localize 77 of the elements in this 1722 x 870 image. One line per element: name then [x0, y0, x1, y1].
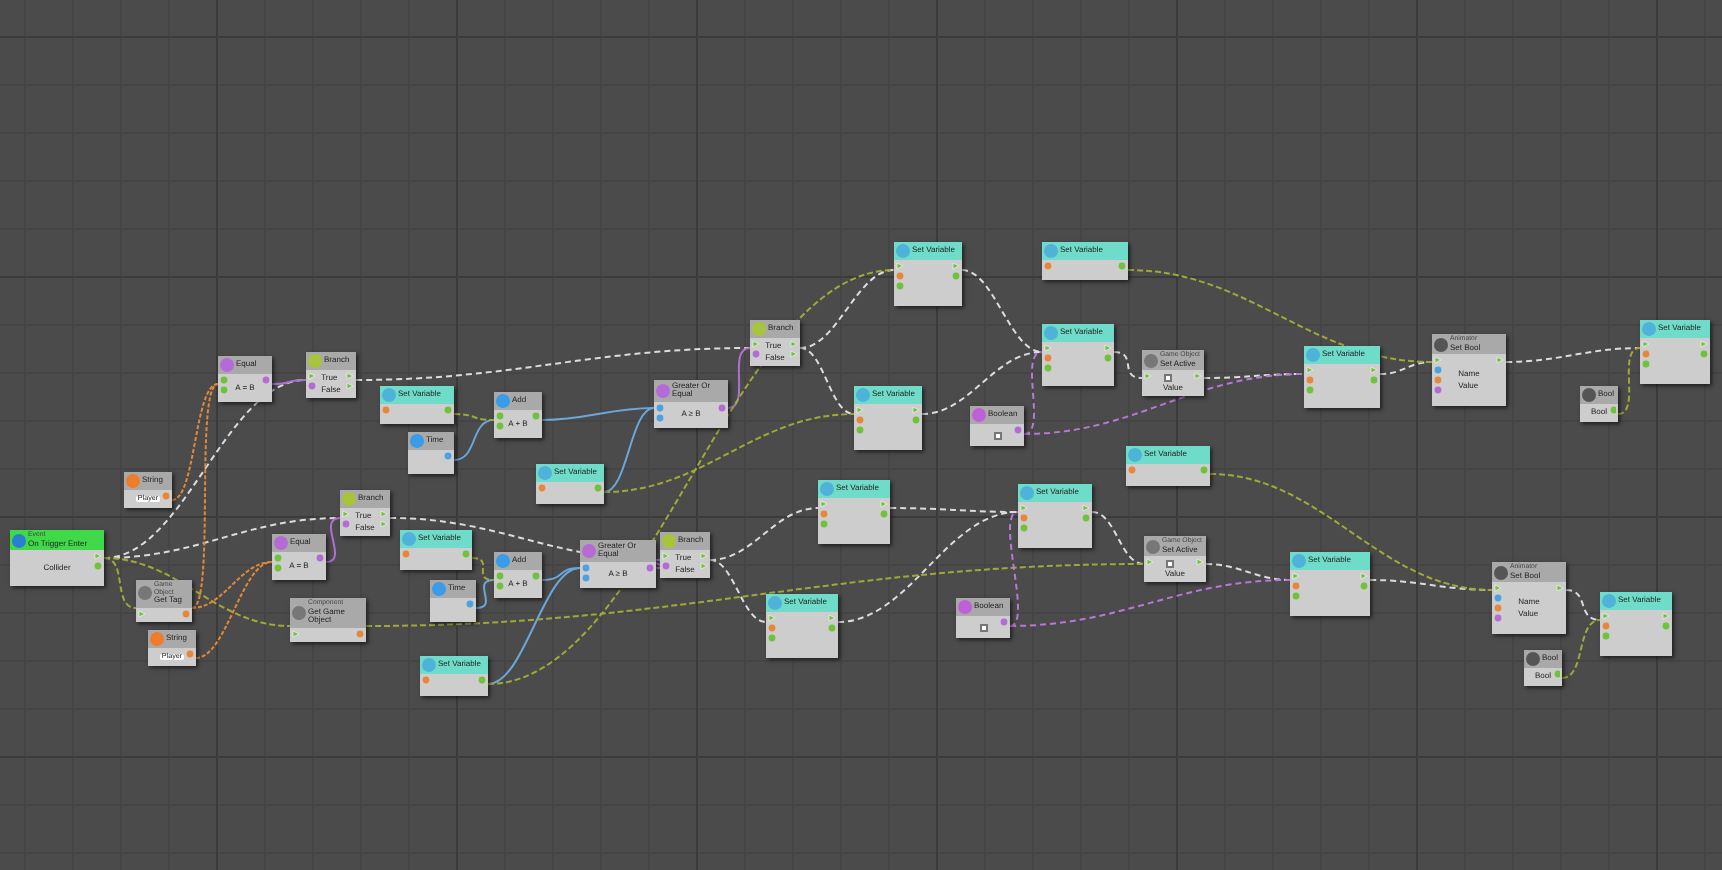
output-ports-drawing[interactable] — [594, 484, 602, 494]
input-ports-drawing[interactable] — [1020, 504, 1028, 534]
output-ports-drawing[interactable] — [1196, 558, 1204, 569]
checkbox[interactable] — [993, 431, 1001, 439]
input-ports-drawing[interactable] — [768, 614, 776, 644]
output-ports-drawing[interactable] — [462, 550, 470, 560]
output-ports-drawing[interactable] — [1700, 340, 1708, 360]
input-ports-drawing[interactable] — [308, 372, 316, 392]
input-ports-drawing[interactable] — [342, 510, 350, 530]
input-ports-drawing[interactable] — [896, 262, 904, 292]
input-ports-drawing[interactable] — [1144, 372, 1152, 383]
input-ports-drawing[interactable] — [582, 563, 590, 584]
output-ports-drawing[interactable] — [1118, 262, 1126, 272]
output-ports-drawing[interactable] — [717, 403, 726, 414]
output-ports-drawing[interactable] — [1662, 612, 1670, 632]
input-ports-drawing[interactable] — [292, 629, 300, 640]
input-ports-drawing[interactable] — [820, 500, 828, 530]
input-ports-drawing[interactable] — [662, 552, 670, 572]
output-ports-drawing[interactable] — [1360, 572, 1368, 592]
output-ports-drawing[interactable] — [478, 676, 486, 686]
output-ports-drawing[interactable] — [952, 262, 960, 282]
input-ports-drawing[interactable] — [1292, 572, 1300, 602]
input-ports-drawing[interactable] — [382, 406, 390, 416]
output-ports-drawing[interactable] — [828, 614, 836, 634]
output-ports-drawing[interactable] — [1370, 366, 1378, 386]
output-ports-drawing[interactable] — [880, 500, 888, 520]
input-ports-drawing[interactable] — [1494, 584, 1502, 625]
input-ports-drawing[interactable] — [856, 406, 864, 436]
input-ports-drawing[interactable] — [538, 484, 546, 494]
output-ports-drawing[interactable] — [1082, 504, 1090, 524]
output-ports-drawing[interactable] — [444, 452, 452, 462]
output-ports-drawing[interactable] — [1495, 356, 1504, 367]
input-ports-drawing[interactable] — [1306, 366, 1314, 396]
input-ports-drawing[interactable] — [1128, 466, 1136, 476]
output-ports-drawing[interactable] — [532, 412, 540, 422]
output-ports-drawing[interactable] — [1555, 584, 1564, 595]
output-ports-drawing[interactable] — [444, 406, 452, 416]
input-ports-drawing[interactable] — [1044, 262, 1052, 272]
output-ports-drawing[interactable] — [1000, 618, 1008, 628]
output-ports-drawing[interactable] — [532, 572, 540, 582]
output-ports-drawing[interactable] — [1200, 466, 1208, 476]
input-ports-drawing[interactable] — [1434, 356, 1442, 397]
input-ports-drawing[interactable] — [274, 554, 282, 574]
input-ports-drawing[interactable] — [402, 550, 410, 560]
input-ports-drawing[interactable] — [496, 412, 504, 432]
output-ports-drawing[interactable] — [316, 554, 324, 564]
output-ports-drawing[interactable] — [186, 650, 194, 660]
input-ports-drawing[interactable] — [656, 403, 664, 424]
input-ports-drawing[interactable] — [1602, 612, 1610, 642]
input-ports-drawing[interactable] — [422, 676, 430, 686]
output-ports-drawing[interactable] — [356, 629, 364, 640]
checkbox[interactable] — [1163, 373, 1172, 382]
input-ports-drawing[interactable] — [496, 572, 504, 592]
checkbox[interactable] — [1165, 559, 1174, 568]
output-ports-drawing[interactable] — [162, 492, 170, 502]
output-ports-drawing[interactable] — [466, 600, 474, 610]
output-ports-drawing[interactable] — [182, 609, 190, 620]
output-ports-drawing[interactable] — [1104, 344, 1112, 364]
output-ports-drawing[interactable] — [1609, 406, 1616, 416]
output-ports-drawing[interactable] — [1014, 426, 1022, 436]
output-ports-drawing[interactable] — [380, 510, 388, 530]
output-ports-drawing[interactable] — [346, 372, 354, 392]
output-ports-drawing[interactable] — [912, 406, 920, 426]
output-ports-drawing[interactable] — [262, 376, 270, 386]
output-ports-drawing[interactable] — [790, 340, 798, 360]
output-ports-drawing[interactable] — [645, 563, 654, 574]
output-ports-drawing[interactable] — [1194, 372, 1202, 383]
input-ports-drawing[interactable] — [752, 340, 760, 360]
input-ports-drawing[interactable] — [1044, 344, 1052, 374]
input-ports-drawing[interactable] — [138, 609, 146, 620]
input-ports-drawing[interactable] — [1642, 340, 1650, 370]
input-ports-drawing[interactable] — [220, 376, 228, 396]
output-ports-drawing[interactable] — [700, 552, 708, 572]
output-ports-drawing[interactable] — [1553, 670, 1560, 680]
input-ports-drawing[interactable] — [1146, 558, 1154, 569]
output-ports-drawing[interactable] — [94, 552, 102, 573]
checkbox[interactable] — [979, 623, 987, 631]
